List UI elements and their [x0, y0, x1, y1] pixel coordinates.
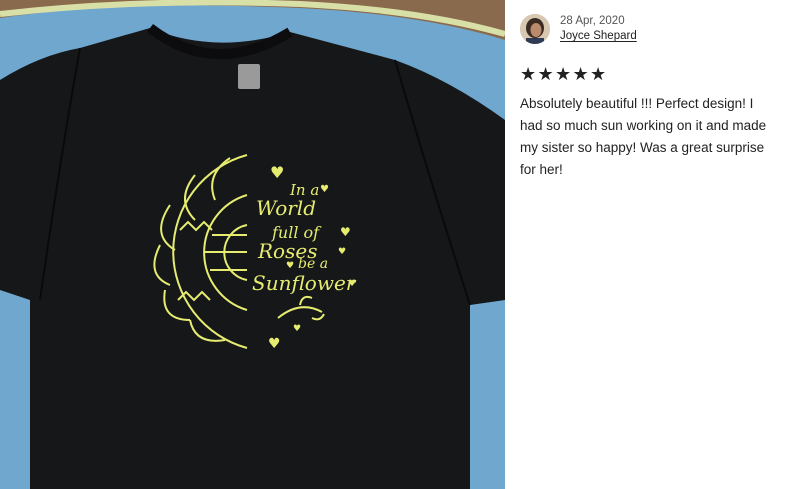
- review-card: In a World full of Roses be a Sunflower …: [0, 0, 794, 489]
- slogan-line-6: Sunflower: [252, 271, 357, 295]
- heart-icon: ♥: [293, 324, 301, 334]
- star-icon: ★: [555, 64, 572, 84]
- review-photo[interactable]: In a World full of Roses be a Sunflower …: [0, 0, 505, 489]
- star-rating: ★ ★ ★ ★ ★: [520, 65, 782, 83]
- star-icon: ★: [537, 64, 554, 84]
- star-icon: ★: [590, 64, 607, 84]
- heart-icon: ♥: [348, 279, 356, 289]
- heart-icon: ♥: [340, 225, 351, 239]
- tshirt-photo: In a World full of Roses be a Sunflower …: [0, 0, 505, 489]
- avatar-image: [520, 14, 550, 44]
- star-icon: ★: [572, 64, 589, 84]
- review-text: Absolutely beautiful !!! Perfect design!…: [520, 96, 767, 177]
- review-date: 28 Apr, 2020: [560, 15, 625, 27]
- slogan-line-2: World: [256, 196, 316, 220]
- neck-tag: [238, 64, 260, 89]
- heart-icon: ♥: [320, 184, 329, 195]
- reviewer-avatar[interactable]: [520, 14, 550, 44]
- tshirt-body: [0, 28, 505, 489]
- star-icon: ★: [520, 64, 537, 84]
- heart-icon: ♥: [268, 336, 281, 352]
- slogan-line-5: be a: [298, 256, 328, 272]
- reviewer-name-link[interactable]: Joyce Shepard: [560, 29, 637, 44]
- review-details: 28 Apr, 2020 Joyce Shepard ★ ★ ★ ★ ★ Abs…: [505, 0, 794, 489]
- heart-icon: ♥: [270, 163, 284, 182]
- reviewer-meta: 28 Apr, 2020 Joyce Shepard: [560, 14, 637, 44]
- heart-icon: ♥: [286, 261, 294, 271]
- heart-icon: ♥: [338, 247, 346, 257]
- reviewer-header: 28 Apr, 2020 Joyce Shepard: [520, 14, 782, 44]
